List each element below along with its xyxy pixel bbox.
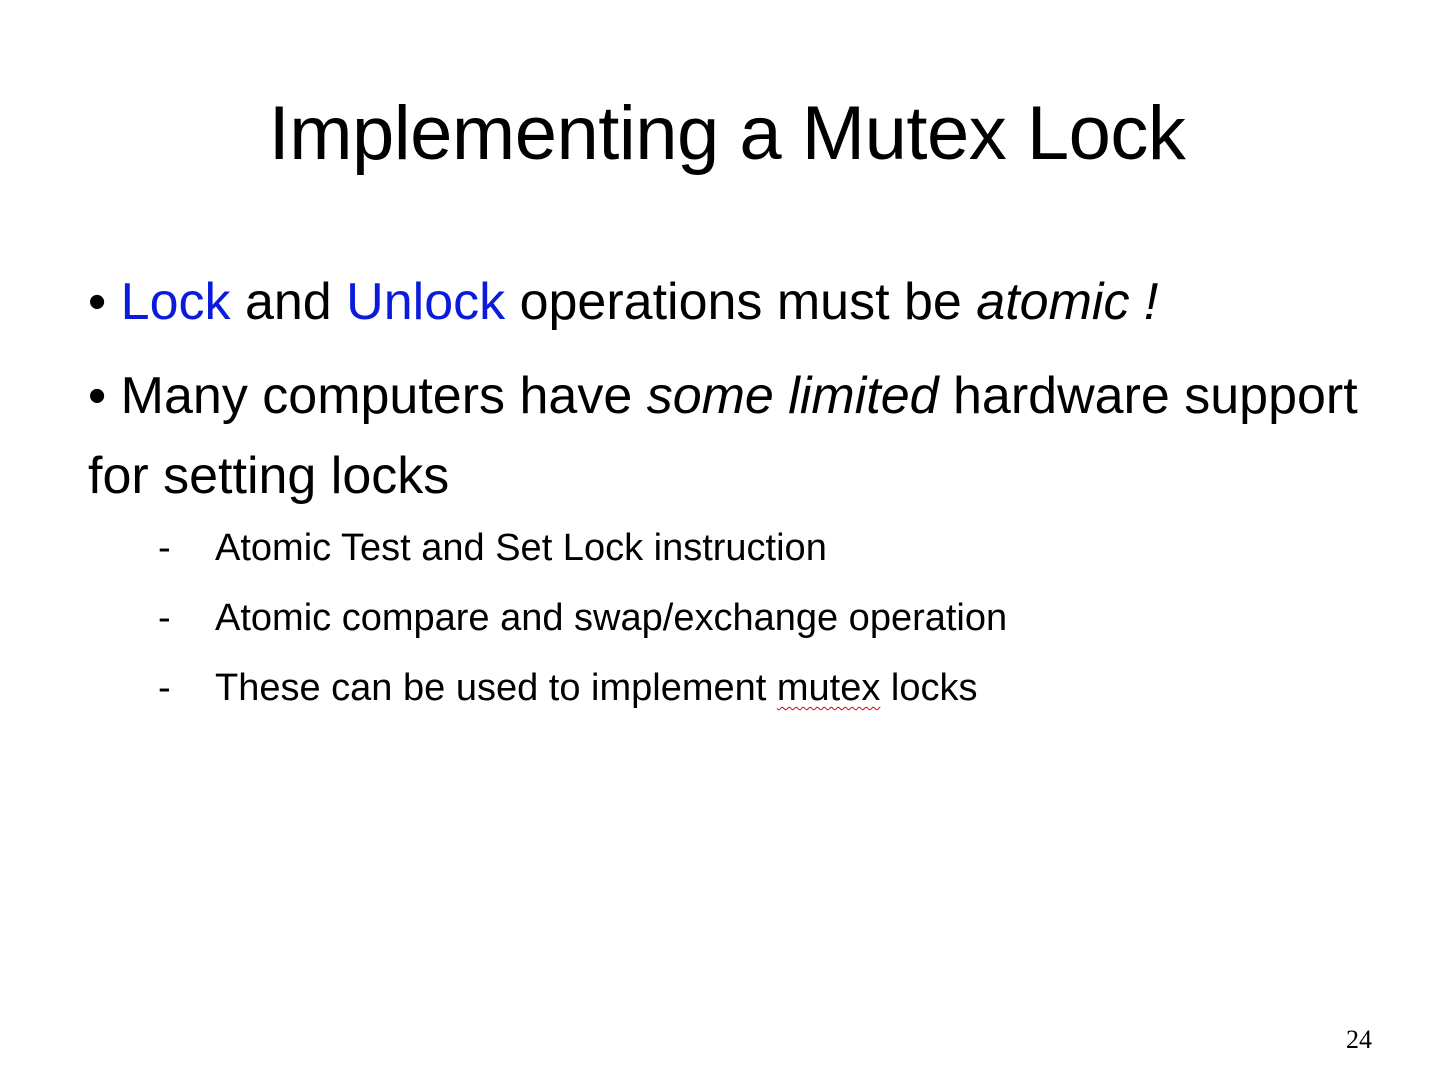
atomic-emphasis: atomic ! bbox=[976, 273, 1159, 331]
dash-marker: - bbox=[158, 597, 171, 639]
spellcheck-flagged-word: mutex bbox=[776, 667, 881, 709]
bullet-item-hardware-support: • Many computers have some limited hardw… bbox=[88, 356, 1408, 516]
limited-emphasis: some limited bbox=[646, 367, 939, 425]
sub-bullet-list: - Atomic Test and Set Lock instruction -… bbox=[158, 520, 1358, 730]
unlock-keyword: Unlock bbox=[346, 273, 506, 331]
sub-bullet-text: Atomic Test and Set Lock instruction bbox=[215, 527, 827, 569]
sub-bullet-item: - Atomic compare and swap/exchange opera… bbox=[158, 590, 1358, 646]
sub-bullet-item: - Atomic Test and Set Lock instruction bbox=[158, 520, 1358, 576]
sub-bullet-text: Atomic compare and swap/exchange operati… bbox=[215, 597, 1008, 639]
lock-keyword: Lock bbox=[120, 273, 231, 331]
dash-marker: - bbox=[158, 527, 171, 569]
bullet-list: • Lock and Unlock operations must be ato… bbox=[88, 262, 1408, 516]
sub-bullet-text-end: locks bbox=[880, 667, 978, 709]
bullet-marker: • bbox=[88, 273, 107, 331]
page-number: 24 bbox=[1346, 1025, 1372, 1054]
sub-bullet-text-start: These can be used to implement bbox=[215, 667, 777, 709]
bullet-marker: • bbox=[88, 367, 107, 425]
bullet-text: Many computers have bbox=[106, 367, 647, 425]
slide: Implementing a Mutex Lock • Lock and Unl… bbox=[0, 0, 1454, 1084]
sub-bullet-item: - These can be used to implement mutex l… bbox=[158, 660, 1358, 716]
bullet-text: and bbox=[230, 273, 347, 331]
bullet-item-atomic-operations: • Lock and Unlock operations must be ato… bbox=[88, 262, 1408, 342]
sub-bullet-text: These can be used to implement mutex loc… bbox=[215, 660, 978, 716]
slide-title: Implementing a Mutex Lock bbox=[268, 91, 1186, 176]
dash-marker: - bbox=[158, 667, 171, 709]
bullet-text: operations must be bbox=[505, 273, 977, 331]
